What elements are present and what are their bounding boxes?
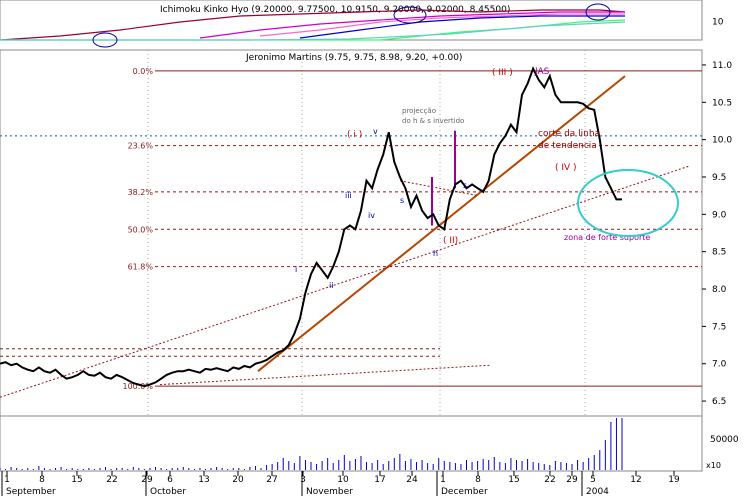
x-tick-label: 17 [374, 475, 385, 485]
x-month-label: 2004 [586, 487, 609, 496]
y-tick-label: 7.5 [712, 322, 726, 332]
x-tick-label: 10 [337, 475, 349, 485]
x-month-label: December [441, 487, 488, 496]
annotation: iii [345, 191, 352, 200]
annotation: s [463, 181, 467, 190]
volume-panel: 50000 x10 [0, 415, 739, 472]
x-month-label: November [306, 487, 353, 496]
x-tick-label: 5 [590, 475, 596, 485]
y-tick-label: 11.0 [712, 61, 732, 71]
x-tick-label: 24 [406, 475, 418, 485]
top-panel-y-ticks: 10 [712, 17, 724, 27]
annotation: zona de forte suporte [564, 233, 650, 242]
main-y-ticks: 11.0 10.5 10.0 9.5 9.0 8.5 8.0 7.5 7.0 6.5 [702, 61, 732, 407]
annotation: v [373, 127, 378, 136]
fib-label: 0.0% [133, 67, 154, 76]
x-tick-label: 1 [440, 475, 446, 485]
x-tick-label: 20 [232, 475, 244, 485]
y-tick-label: 8.0 [712, 285, 727, 295]
top-y-tick-label: 10 [712, 17, 724, 27]
fib-label: 23.6% [128, 142, 154, 151]
annotation: ( i ) [347, 130, 362, 140]
annotation: iv [368, 211, 375, 220]
x-tick-label: 13 [198, 475, 209, 485]
annotation: ( II) [443, 236, 458, 246]
x-tick-label: 6 [167, 475, 173, 485]
fib-label: 61.8% [128, 263, 154, 272]
annotation: projecção [402, 107, 436, 115]
annotation: de tendencia [538, 141, 597, 151]
annotation: ( IV ) [555, 163, 577, 173]
x-axis: 1 8 15 22 29 6 13 20 27 3 10 17 24 1 8 15 22 29 5 12 19 Sept… [1, 471, 680, 496]
y-tick-label: 9.0 [712, 210, 727, 220]
x-tick-label: 12 [630, 475, 641, 485]
y-tick-label: 6.5 [712, 397, 726, 407]
chart: Ichimoku Kinko Hyo (9.20000, 9.77500, 10… [0, 0, 739, 496]
annotation: JAS [534, 67, 550, 77]
y-tick-label: 10.0 [712, 136, 732, 146]
annotation: do h & s invertido [402, 117, 464, 125]
x-tick-label: 8 [475, 475, 481, 485]
x-tick-label: 3 [300, 475, 306, 485]
x-month-label: October [150, 487, 186, 496]
annotation: ( III ) [492, 68, 513, 78]
y-tick-label: 8.5 [712, 248, 726, 258]
x-tick-label: 19 [668, 475, 680, 485]
annotation: ii [329, 281, 333, 290]
main-panel-title: Jeronimo Martins (9.75, 9.75, 8.98, 9.20… [245, 53, 462, 63]
x-tick-label: 22 [106, 475, 117, 485]
x-tick-label: 27 [266, 475, 277, 485]
main-panel: Jeronimo Martins (9.75, 9.75, 8.98, 9.20… [0, 49, 732, 417]
top-panel-title: Ichimoku Kinko Hyo (9.20000, 9.77500, 10… [160, 5, 510, 15]
volume-tick-label: 50000 [710, 435, 739, 445]
annotation: s [400, 196, 404, 205]
y-tick-label: 9.5 [712, 173, 726, 183]
y-tick-label: 7.0 [712, 360, 727, 370]
fib-label: 38.2% [128, 188, 154, 197]
x-tick-label: 1 [4, 475, 10, 485]
x-tick-label: 15 [508, 475, 519, 485]
x-month-label: September [6, 487, 56, 496]
x-tick-label: 22 [544, 475, 555, 485]
x-day-ticks: 1 8 15 22 29 6 13 20 27 3 10 17 24 1 8 15 22 29 5 12 19 [4, 471, 680, 485]
x-tick-label: 15 [71, 475, 82, 485]
top-panel: Ichimoku Kinko Hyo (9.20000, 9.77500, 10… [0, 0, 724, 48]
y-tick-label: 10.5 [712, 98, 732, 108]
x-tick-label: 8 [39, 475, 45, 485]
x-tick-label: 29 [141, 475, 153, 485]
fib-label: 50.0% [128, 225, 154, 234]
volume-multiplier: x10 [706, 461, 721, 470]
annotation: h [433, 249, 438, 258]
x-tick-label: 29 [566, 475, 578, 485]
annotation: i [295, 265, 297, 274]
annotation: corte da linha [538, 129, 600, 139]
